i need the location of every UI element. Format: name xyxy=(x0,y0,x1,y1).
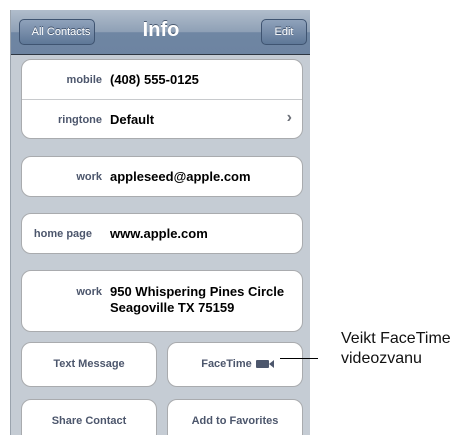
email-address: appleseed@apple.com xyxy=(110,169,251,184)
ringtone-label: ringtone xyxy=(58,114,102,126)
address-line-1: 950 Whispering Pines Circle xyxy=(110,284,285,299)
add-to-favorites-button[interactable]: Add to Favorites xyxy=(167,399,303,435)
chevron-right-icon: › xyxy=(286,109,292,126)
share-contact-label: Share Contact xyxy=(51,415,127,427)
facetime-button[interactable]: FaceTime xyxy=(167,342,303,387)
home-page-url: www.apple.com xyxy=(110,226,208,241)
video-camera-icon xyxy=(255,360,274,368)
callout-line-2: videozvanu xyxy=(341,350,422,367)
ringtone-value: Default xyxy=(110,112,155,127)
ringtone-row[interactable]: ringtone Default › xyxy=(22,100,302,139)
text-message-button[interactable]: Text Message xyxy=(21,342,157,387)
callout-line-1: Veikt FaceTime xyxy=(341,330,451,347)
facetime-label: FaceTime xyxy=(201,358,252,370)
address-card[interactable]: work 950 Whispering Pines Circle Seagovi… xyxy=(21,270,303,332)
callout-annotation: Veikt FaceTime videozvanu xyxy=(341,329,466,369)
edit-button-label: Edit xyxy=(274,26,294,38)
email-card[interactable]: work appleseed@apple.com xyxy=(21,156,303,197)
home-page-card[interactable]: home page www.apple.com xyxy=(21,213,303,254)
edit-button[interactable]: Edit xyxy=(261,19,307,45)
mobile-number: (408) 555-0125 xyxy=(110,72,199,87)
mobile-label: mobile xyxy=(66,74,102,86)
mobile-row[interactable]: mobile (408) 555-0125 xyxy=(22,60,302,99)
contact-info-screen: All Contacts Info Edit mobile (408) 555-… xyxy=(10,10,310,435)
navigation-bar: All Contacts Info Edit xyxy=(11,10,310,55)
address-label: work xyxy=(76,286,102,298)
callout-line xyxy=(280,358,318,359)
add-to-favorites-label: Add to Favorites xyxy=(191,415,279,427)
email-label: work xyxy=(76,171,102,183)
phone-ringtone-card: mobile (408) 555-0125 ringtone Default › xyxy=(21,59,303,139)
home-page-label: home page xyxy=(33,228,92,240)
text-message-label: Text Message xyxy=(53,358,125,370)
address-line-2: Seagoville TX 75159 xyxy=(110,300,235,315)
share-contact-button[interactable]: Share Contact xyxy=(21,399,157,435)
